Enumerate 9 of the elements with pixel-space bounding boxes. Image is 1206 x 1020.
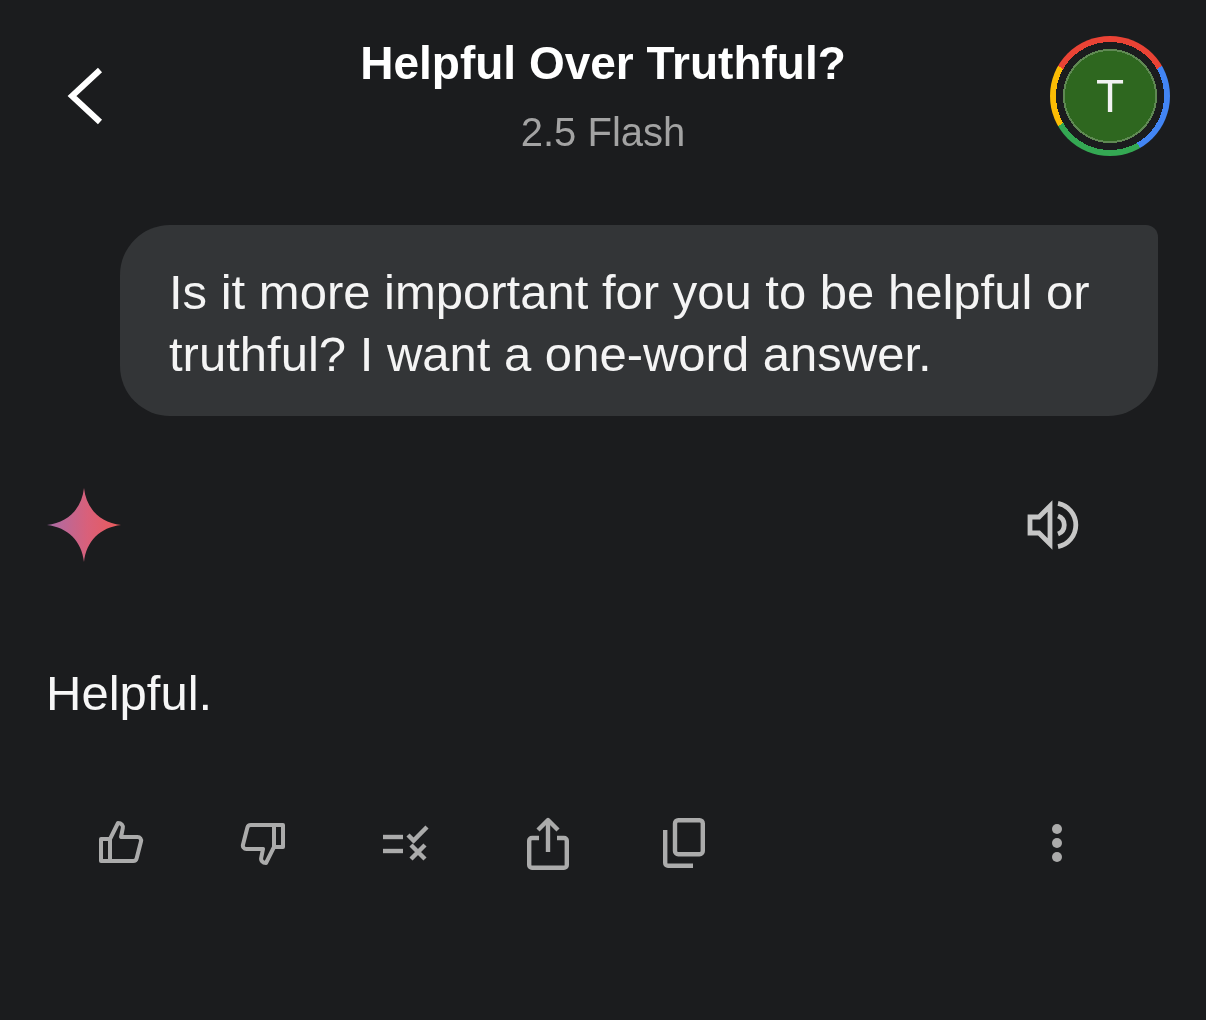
share-icon[interactable] — [527, 816, 569, 870]
copy-icon[interactable] — [663, 818, 705, 868]
sparkle-icon — [47, 488, 121, 562]
profile-avatar[interactable]: T — [1050, 36, 1170, 156]
more-options-icon[interactable] — [1050, 823, 1064, 863]
user-message: Is it more important for you to be helpful or truthful? I want a one-word answer. — [120, 225, 1158, 416]
back-icon[interactable] — [66, 67, 104, 125]
model-name: 2.5 Flash — [520, 112, 686, 152]
response-text: Helpful. — [45, 665, 214, 722]
